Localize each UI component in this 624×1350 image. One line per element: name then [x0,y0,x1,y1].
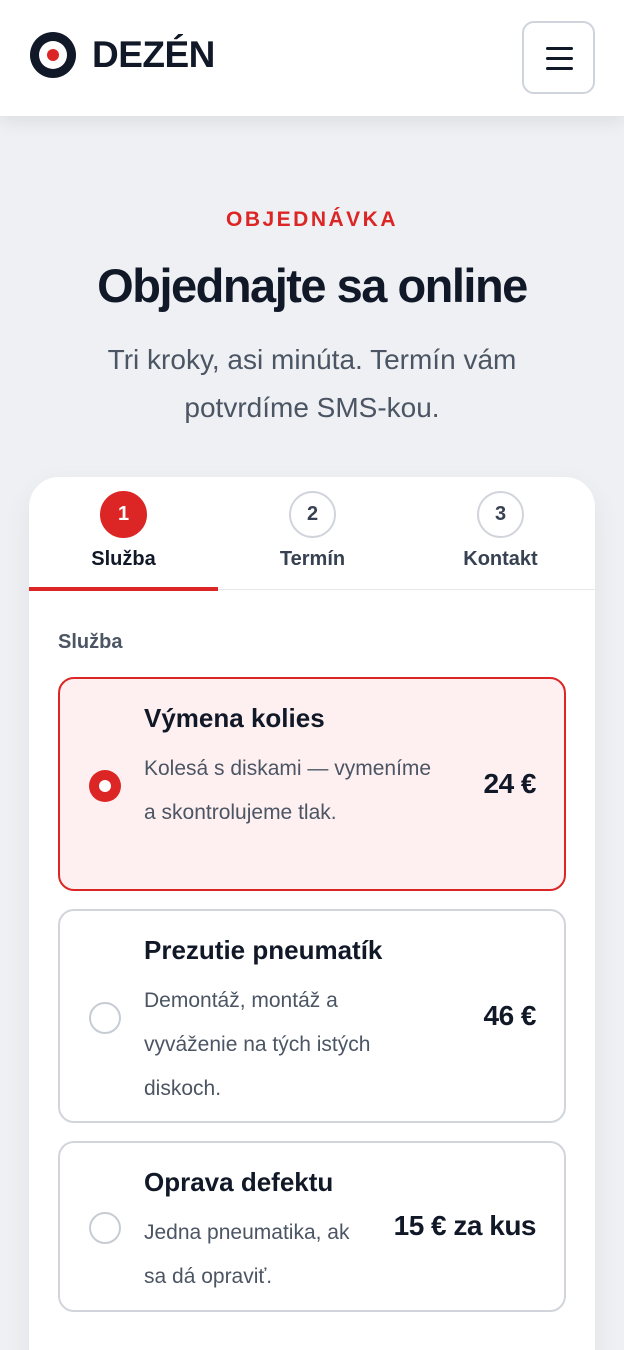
site-header: DEZÉN [0,0,624,116]
step-label: Služba [91,548,156,570]
step-tab-date[interactable]: 2 Termín [218,477,407,590]
page-subtitle: Tri kroky, asi minúta. Termín vám potvrd… [107,344,517,423]
page-title: Objednajte sa online [97,259,528,312]
service-price: 46 € [483,1000,537,1031]
section-eyebrow: OBJEDNÁVKA [225,208,399,231]
service-option-puncture-repair[interactable]: Oprava defektu Jedna pneumatika, ak sa d… [58,1141,566,1312]
hamburger-menu-icon [546,57,573,60]
step-tabs: 1 Služba 2 Termín 3 Kontakt [29,477,595,591]
step-tab-service[interactable]: 1 Služba [29,477,218,591]
service-description: Kolesá s diskami — vymeníme a skontroluj… [144,757,432,824]
target-logo-icon [30,32,76,78]
step-label: Termín [279,548,346,570]
service-price: 24 € [483,768,537,799]
service-description: Jedna pneumatika, ak sa dá opraviť. [144,1221,350,1288]
brand-name: DEZÉN [92,34,215,75]
service-section-label: Služba [58,631,123,653]
step-tab-contact[interactable]: 3 Kontakt [406,477,595,590]
radio-button[interactable] [89,1002,121,1034]
radio-button[interactable] [89,1212,121,1244]
service-title: Oprava defektu [144,1167,334,1197]
step-number: 2 [289,491,336,538]
hamburger-menu-icon [546,47,573,50]
service-option-tire-swap[interactable]: Prezutie pneumatík Demontáž, montáž a vy… [58,909,566,1123]
step-number: 1 [100,491,147,538]
step-label: Kontakt [463,548,538,570]
service-title: Prezutie pneumatík [144,935,383,965]
service-title: Výmena kolies [144,703,325,733]
radio-button[interactable] [89,770,121,802]
brand-logo[interactable]: DEZÉN [30,32,215,78]
service-option-wheel-change[interactable]: Výmena kolies Kolesá s diskami — vymením… [58,677,566,891]
service-price: 15 € za kus [393,1210,537,1241]
service-description: Demontáž, montáž a vyváženie na tých ist… [144,989,371,1100]
step-number: 3 [477,491,524,538]
hamburger-menu-icon [546,67,573,70]
order-form-card: 1 Služba 2 Termín 3 Kontakt Služba Výmen… [29,477,595,1350]
menu-button[interactable] [522,21,595,94]
